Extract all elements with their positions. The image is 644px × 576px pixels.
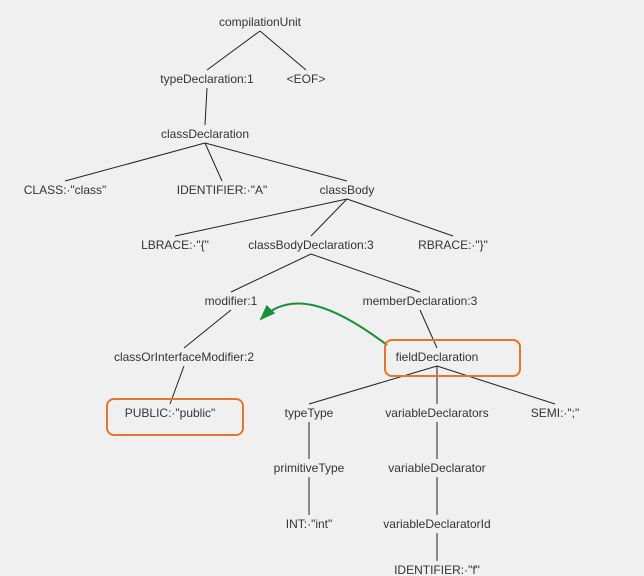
tree-node-n12: classOrInterfaceModifier:2 bbox=[113, 350, 255, 364]
tree-node-n11: memberDeclaration:3 bbox=[362, 294, 479, 308]
tree-edge bbox=[311, 199, 347, 236]
tree-node-n9: RBRACE:·"}" bbox=[417, 238, 489, 252]
tree-edge bbox=[205, 143, 222, 181]
tree-edge bbox=[65, 143, 205, 181]
tree-node-n22: IDENTIFIER:·"f" bbox=[393, 563, 481, 576]
tree-node-n15: typeType bbox=[284, 406, 335, 420]
tree-node-n2: <EOF> bbox=[286, 72, 327, 86]
tree-node-n16: variableDeclarators bbox=[384, 406, 489, 420]
tree-node-n4: CLASS:·"class" bbox=[23, 183, 108, 197]
tree-edge bbox=[260, 31, 306, 70]
tree-node-n18: primitiveType bbox=[273, 461, 346, 475]
tree-edge bbox=[311, 254, 420, 292]
tree-edge bbox=[207, 31, 260, 70]
tree-node-n21: variableDeclaratorId bbox=[382, 517, 491, 531]
tree-edge bbox=[175, 199, 347, 236]
tree-edge bbox=[170, 366, 184, 404]
tree-edge bbox=[205, 88, 207, 125]
tree-edge bbox=[347, 199, 453, 236]
tree-node-n8: classBodyDeclaration:3 bbox=[247, 238, 374, 252]
tree-node-n14: PUBLIC:·"public" bbox=[124, 406, 217, 420]
tree-node-n7: LBRACE:·"{" bbox=[140, 238, 210, 252]
tree-node-n1: typeDeclaration:1 bbox=[159, 72, 254, 86]
tree-node-n13: fieldDeclaration bbox=[395, 350, 480, 364]
tree-node-n6: classBody bbox=[319, 183, 376, 197]
green-arrow bbox=[261, 303, 387, 345]
tree-node-n19: variableDeclarator bbox=[387, 461, 486, 475]
tree-node-n10: modifier:1 bbox=[204, 294, 259, 308]
tree-node-n17: SEMI:·";" bbox=[530, 406, 581, 420]
parse-tree-canvas: compilationUnit typeDeclaration:1 <EOF> cla… bbox=[0, 0, 644, 576]
tree-node-n3: classDeclaration bbox=[160, 127, 250, 141]
tree-edge bbox=[205, 143, 347, 181]
tree-node-n0: compilationUnit bbox=[218, 15, 302, 29]
tree-node-n5: IDENTIFIER:·"A" bbox=[176, 183, 269, 197]
tree-node-n20: INT:·"int" bbox=[285, 517, 334, 531]
tree-edge bbox=[437, 366, 555, 404]
tree-edge bbox=[420, 310, 437, 348]
tree-edge bbox=[309, 366, 437, 404]
tree-edges-svg bbox=[0, 0, 644, 576]
tree-edge bbox=[184, 310, 231, 348]
tree-edge bbox=[231, 254, 311, 292]
